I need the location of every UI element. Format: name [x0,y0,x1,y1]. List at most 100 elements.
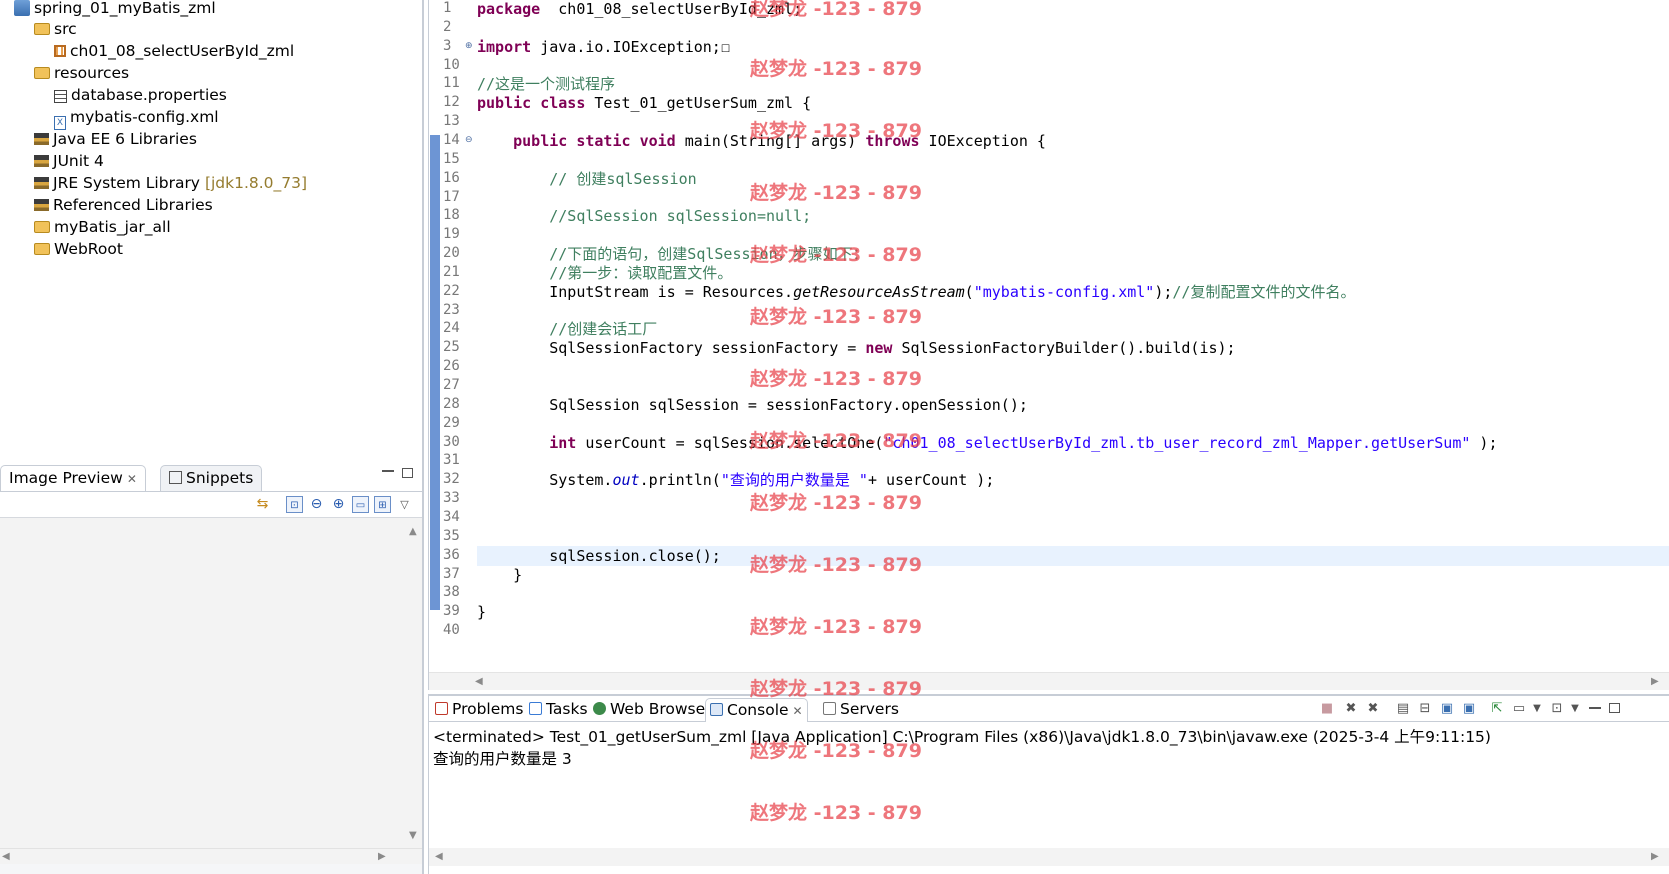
tab-tasks[interactable]: Tasks [525,698,592,722]
scroll-right-icon[interactable]: ▶ [1651,676,1659,687]
scroll-up-icon[interactable]: ▲ [409,526,417,537]
collapse-fold-icon[interactable]: ⊖ [465,135,473,145]
preview-canvas [0,518,406,848]
maximize-icon[interactable] [1609,703,1620,713]
code-line[interactable]: //第一步：读取配置文件。 [477,263,732,283]
tree-item-label: ch01_08_selectUserById_zml [70,42,295,60]
console-output[interactable]: 查询的用户数量是 3 [433,748,572,770]
expand-fold-icon[interactable]: ⊕ [465,41,473,51]
clear-console-icon[interactable]: ▤ [1395,701,1411,717]
actual-size-icon[interactable]: ▭ [352,496,369,513]
tree-item-label: Java EE 6 Libraries [53,130,197,148]
line-number: 36 [443,546,460,563]
code-area[interactable]: package ch01_08_selectUserById_zml;impor… [477,0,1669,670]
code-line[interactable]: public class Test_01_getUserSum_zml { [477,93,811,113]
code-line[interactable]: //下面的语句，创建SqlSession，步骤如下： [477,244,867,264]
code-line[interactable]: SqlSession sqlSession = sessionFactory.o… [477,395,1028,415]
line-number: 22 [443,282,460,299]
horizontal-scrollbar[interactable]: ◀ ▶ [0,848,422,864]
tree-item-mybatis-config[interactable]: Xmybatis-config.xml [54,106,219,130]
tab-servers[interactable]: Servers [819,698,903,722]
close-icon[interactable]: ✕ [127,472,137,486]
scroll-left-icon[interactable]: ◀ [2,851,10,862]
view-menu-icon[interactable]: ▽ [396,496,413,513]
code-line[interactable]: } [477,565,522,585]
code-line[interactable]: System.out.println("查询的用户数量是 "+ userCoun… [477,470,994,490]
tree-item-database-properties[interactable]: database.properties [54,84,227,106]
tree-item-jre-library[interactable]: JRE System Library [jdk1.8.0_73] [34,172,307,194]
scroll-left-icon[interactable]: ◀ [435,851,443,862]
tree-item-referenced-libraries[interactable]: Referenced Libraries [34,194,213,216]
chevron-down-icon[interactable]: ▼ [1529,701,1545,717]
code-token: } [477,565,523,584]
console-horizontal-scrollbar[interactable]: ◀ ▶ [429,848,1669,866]
tree-item-mybatis-jar-all[interactable]: myBatis_jar_all [34,216,171,238]
code-token: ); [1470,433,1498,452]
tree-item-package[interactable]: ch01_08_selectUserById_zml [54,40,294,62]
scroll-lock-icon[interactable]: ⊟ [1417,701,1433,717]
show-on-output-icon[interactable]: ▣ [1439,701,1455,717]
vertical-scrollbar[interactable]: ▲ ▼ [406,518,422,848]
scroll-left-icon[interactable]: ◀ [475,676,483,687]
line-number: 35 [443,527,460,544]
scroll-right-icon[interactable]: ▶ [1651,851,1659,862]
code-line[interactable]: int userCount = sqlSession.selectOne("ch… [477,433,1497,453]
zoom-out-icon[interactable]: ⊖ [308,496,325,513]
code-line[interactable]: // 创建sqlSession [477,169,697,189]
code-line[interactable]: public static void main(String[] args) t… [477,131,1046,151]
tree-item-label: Referenced Libraries [53,196,213,214]
minimize-icon[interactable] [382,470,394,473]
chevron-down-icon[interactable]: ▼ [1567,701,1583,717]
tree-item-junit[interactable]: JUnit 4 [34,150,104,172]
zoom-in-icon[interactable]: ⊕ [330,496,347,513]
line-number-gutter: 1 2 3 ⊕ 10 11 12 13 14 ⊖ 15 16 17 18 19 20 21 22 23 24 25 26 2… [441,0,477,670]
open-console-icon[interactable]: ⊡ [1549,701,1565,717]
remove-launch-icon[interactable]: ✖ [1343,701,1359,717]
sync-icon[interactable]: ⇆ [254,496,271,513]
terminate-icon[interactable]: ■ [1319,701,1335,717]
tab-console[interactable]: Console ✕ [705,698,808,722]
code-token: // 创建sqlSession [549,169,697,188]
tab-problems[interactable]: Problems [431,698,527,722]
code-editor[interactable]: 1 2 3 ⊕ 10 11 12 13 14 ⊖ 15 16 17 18 19 20 21 22 23 24 25 26 2… [428,0,1669,690]
scroll-down-icon[interactable]: ▼ [409,830,417,841]
tab-label: Web Browser [610,700,712,718]
image-preview-view: Image Preview ✕ Snippets ⇆ ⊡ ⊖ ⊕ ▭ ⊞ ▽ ▲ … [0,462,424,874]
scroll-right-icon[interactable]: ▶ [378,851,386,862]
close-icon[interactable]: ✕ [793,704,803,718]
tree-item-label: src [54,20,77,38]
tree-item-resources[interactable]: resources [34,62,129,84]
pin-console-icon[interactable]: ⇱ [1489,701,1505,717]
editor-horizontal-scrollbar[interactable]: ◀ ▶ [429,672,1669,690]
tasks-icon [529,702,542,715]
fit-window-icon[interactable]: ⊞ [374,496,391,513]
display-console-icon[interactable]: ▭ [1511,701,1527,717]
line-number: 28 [443,395,460,412]
code-line[interactable]: //这是一个测试程序 [477,74,615,94]
code-token: void [639,131,676,150]
minimize-icon[interactable] [1589,707,1601,710]
tree-item-src[interactable]: src [34,18,77,40]
tab-snippets[interactable]: Snippets [160,465,263,491]
source-folder-icon [34,23,50,35]
code-line[interactable]: SqlSessionFactory sessionFactory = new S… [477,338,1235,358]
maximize-icon[interactable] [402,468,413,478]
code-line[interactable]: import java.io.IOException;☐ [477,37,730,57]
code-line[interactable]: } [477,602,486,622]
code-token: //这是一个测试程序 [477,75,616,94]
code-token: ( [964,282,974,301]
tree-item-javaee-libraries[interactable]: Java EE 6 Libraries [34,128,197,150]
code-line[interactable]: InputStream is = Resources.getResourceAs… [477,282,1355,302]
tree-item-project[interactable]: spring_01_myBatis_zml [14,0,216,19]
fit-image-icon[interactable]: ⊡ [286,496,303,513]
code-line[interactable]: //SqlSession sqlSession=null; [477,206,811,226]
code-line[interactable]: sqlSession.close(); [477,546,721,566]
remove-all-icon[interactable]: ✖ [1365,701,1381,717]
tab-web-browser[interactable]: Web Browser [589,698,716,722]
code-line[interactable]: package ch01_08_selectUserById_zml; [477,0,802,19]
tab-image-preview[interactable]: Image Preview ✕ [0,465,146,491]
console-icon [710,703,723,716]
tree-item-webroot[interactable]: WebRoot [34,238,123,260]
show-on-error-icon[interactable]: ▣ [1461,701,1477,717]
code-line[interactable]: //创建会话工厂 [477,319,657,339]
